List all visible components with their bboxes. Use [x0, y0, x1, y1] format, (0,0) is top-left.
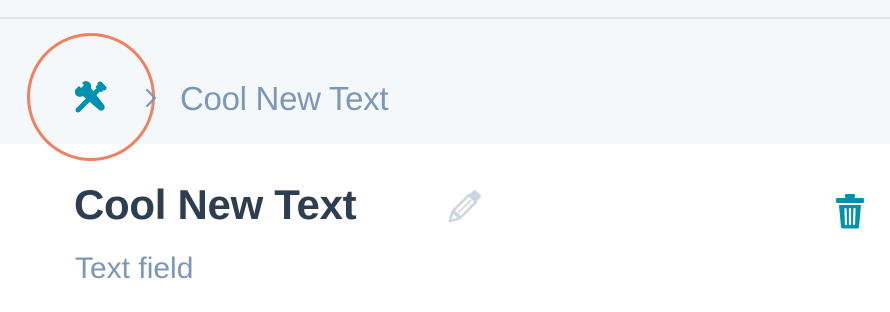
edit-title-button[interactable] [440, 183, 488, 231]
breadcrumb-current-item[interactable]: Cool New Text [180, 79, 389, 119]
field-title: Cool New Text [74, 181, 357, 228]
chevron-right-icon [143, 85, 159, 111]
pencil-icon [448, 190, 481, 223]
top-band [0, 0, 890, 18]
page: Cool New Text Cool New Text Text field [0, 0, 890, 312]
field-type-label: Text field [75, 252, 194, 285]
tools-button[interactable] [66, 74, 114, 122]
wrench-screwdriver-icon [75, 81, 107, 113]
trash-icon [836, 194, 864, 229]
delete-field-button[interactable] [828, 188, 872, 234]
breadcrumb: Cool New Text [0, 19, 890, 161]
